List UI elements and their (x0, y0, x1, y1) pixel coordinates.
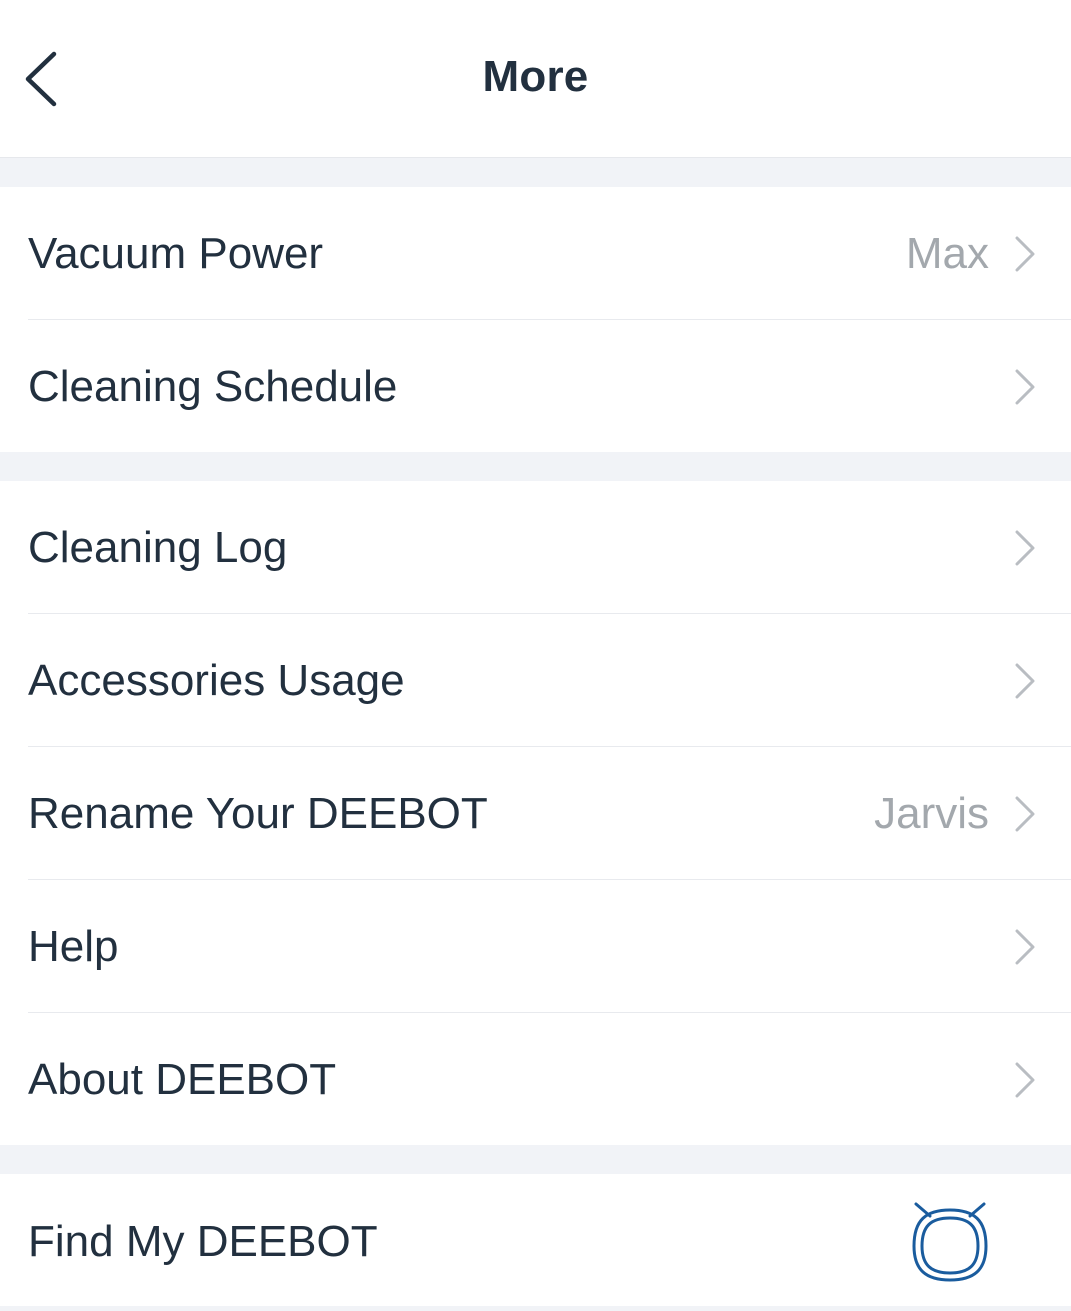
cleaning-log-row[interactable]: Cleaning Log (0, 481, 1071, 614)
help-label: Help (28, 922, 119, 971)
chevron-right-icon (1015, 369, 1035, 405)
cleaning-schedule-row[interactable]: Cleaning Schedule (0, 320, 1071, 453)
vacuum-power-value: Max (905, 229, 989, 278)
accessories-usage-row[interactable]: Accessories Usage (0, 614, 1071, 747)
chevron-right-icon (1015, 1062, 1035, 1098)
chevron-right-icon (1015, 530, 1035, 566)
rename-label: Rename Your DEEBOT (28, 789, 488, 838)
rename-row[interactable]: Rename Your DEEBOT Jarvis (0, 747, 1071, 880)
chevron-right-icon (1015, 663, 1035, 699)
help-row[interactable]: Help (0, 880, 1071, 1013)
rename-value: Jarvis (874, 789, 989, 838)
chevron-right-icon (1015, 796, 1035, 832)
find-group: Find My DEEBOT (0, 1174, 1071, 1306)
more-screen: More Vacuum Power Max Cleaning Schedule … (0, 0, 1071, 1311)
page-title: More (482, 52, 589, 101)
header-bar: More (0, 0, 1071, 158)
about-label: About DEEBOT (28, 1055, 337, 1104)
vacuum-power-row[interactable]: Vacuum Power Max (0, 187, 1071, 320)
accessories-usage-label: Accessories Usage (28, 656, 405, 705)
about-row[interactable]: About DEEBOT (0, 1013, 1071, 1146)
find-deebot-row[interactable]: Find My DEEBOT (0, 1174, 1071, 1306)
vacuum-power-label: Vacuum Power (28, 229, 324, 278)
info-group: Cleaning Log Accessories Usage Rename Yo… (0, 481, 1071, 1145)
chevron-right-icon (1015, 929, 1035, 965)
chevron-right-icon (1015, 236, 1035, 272)
robot-icon[interactable] (906, 1196, 996, 1286)
find-deebot-label: Find My DEEBOT (28, 1217, 378, 1266)
settings-group: Vacuum Power Max Cleaning Schedule (0, 187, 1071, 452)
cleaning-log-label: Cleaning Log (28, 523, 288, 572)
cleaning-schedule-label: Cleaning Schedule (28, 362, 398, 411)
